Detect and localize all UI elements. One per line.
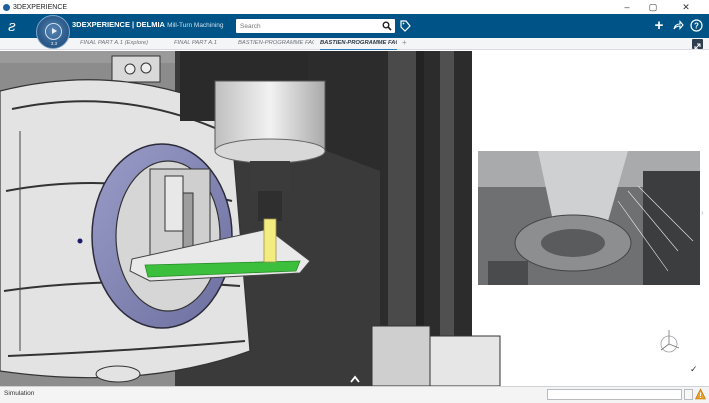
command-input[interactable]	[547, 389, 682, 400]
3d-viewport[interactable]: › ✓	[0, 51, 709, 386]
axis-triad-icon[interactable]	[657, 328, 681, 356]
machining-video[interactable]	[478, 151, 700, 285]
search-input[interactable]	[236, 19, 376, 33]
app-title: 3DEXPERIENCE | DELMIA Mill-Turn Machinin…	[72, 20, 224, 29]
tag-icon[interactable]	[399, 19, 411, 33]
check-icon[interactable]: ✓	[690, 364, 698, 375]
window-titlebar: 3DEXPERIENCE	[0, 0, 709, 14]
share-icon[interactable]	[670, 17, 686, 33]
status-text: Simulation	[4, 390, 35, 397]
tab-bastien-programme-1[interactable]: BASTIEN-PROGRAMME FACE	[238, 40, 314, 46]
minimize-button[interactable]: –	[616, 0, 638, 14]
window-title: 3DEXPERIENCE	[13, 3, 68, 11]
app-name: Mill-Turn Machining	[167, 22, 224, 29]
help-icon[interactable]: ?	[688, 17, 704, 33]
compass-play-icon	[52, 28, 57, 34]
chevron-up-icon[interactable]	[350, 375, 360, 383]
clear-command-button[interactable]	[684, 389, 693, 400]
search-box[interactable]	[236, 19, 395, 33]
brand-name: EXPERIENCE | DELMIA	[81, 20, 165, 29]
maximize-button[interactable]: ▢	[642, 0, 664, 14]
tab-final-part[interactable]: FINAL PART A.1	[174, 40, 230, 46]
tab-bastien-programme-active[interactable]: BASTIEN-PROGRAMME FACE	[320, 40, 397, 50]
search-icon[interactable]	[382, 21, 392, 31]
svg-text:?: ?	[694, 21, 699, 30]
brand-prefix: 3D	[72, 20, 82, 29]
compass-button[interactable]: 3.3	[36, 15, 70, 49]
maximize-viewer-button[interactable]	[692, 39, 703, 50]
compass-version: 3.3	[50, 41, 58, 46]
close-button[interactable]: ✕	[675, 0, 697, 14]
app-icon	[3, 3, 10, 11]
side-panel-arrow-icon[interactable]: ›	[701, 208, 704, 217]
ds-logo-icon[interactable]: ƨ	[8, 17, 16, 35]
warning-icon[interactable]	[695, 388, 706, 400]
add-tab-button[interactable]: +	[402, 38, 407, 47]
tab-final-part-explore[interactable]: FINAL PART A.1 (Explore)	[80, 40, 166, 46]
add-icon[interactable]: +	[651, 17, 667, 34]
